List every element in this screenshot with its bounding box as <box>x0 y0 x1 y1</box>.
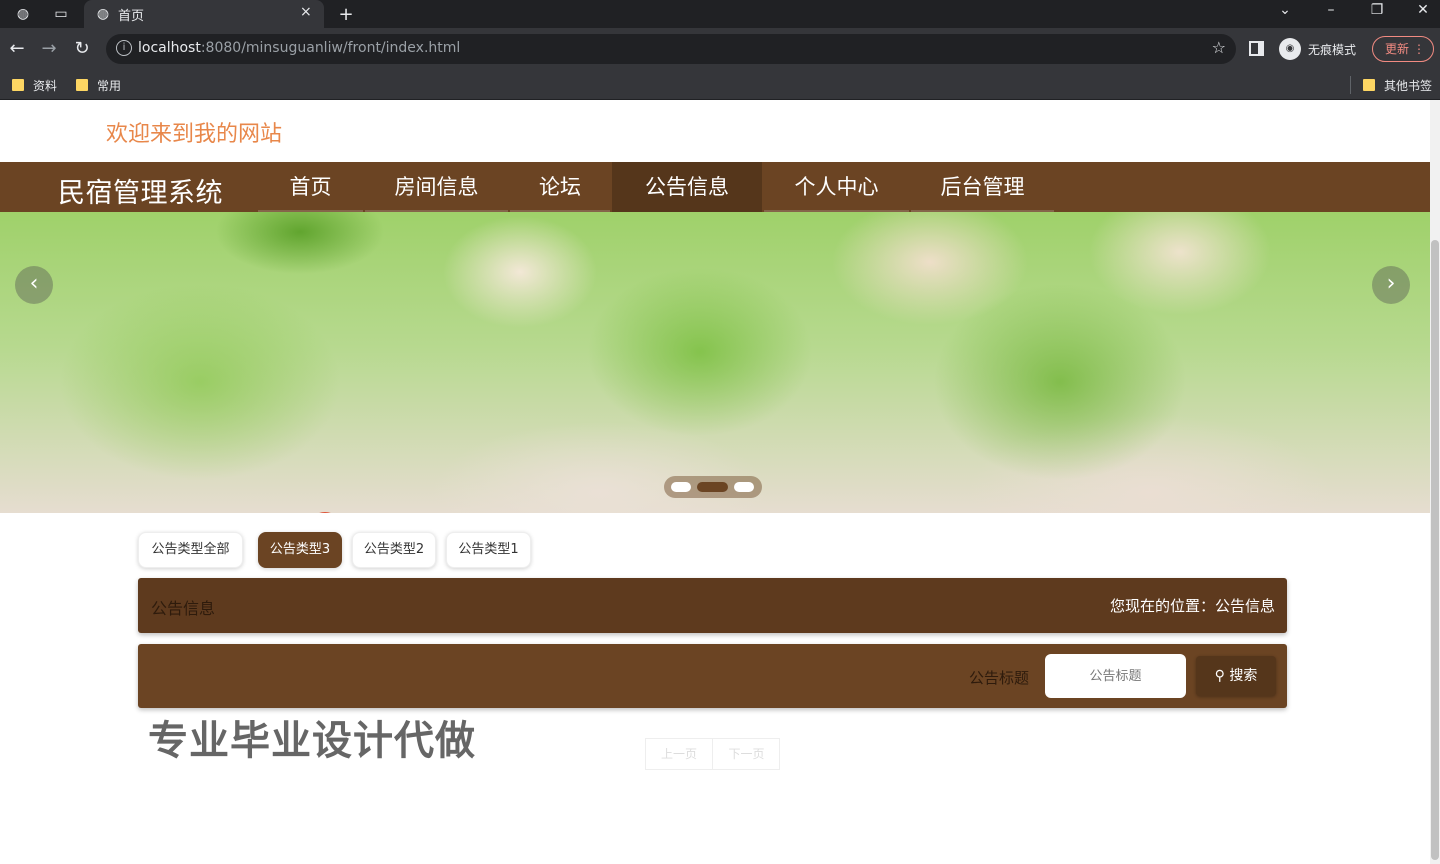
nav-home[interactable]: 首页 <box>258 162 363 212</box>
breadcrumb: 您现在的位置：公告信息 <box>1109 597 1275 615</box>
update-button[interactable]: 更新 ⋮ <box>1372 36 1434 62</box>
site-brand: 民宿管理系统 <box>58 178 223 209</box>
nav-forum[interactable]: 论坛 <box>510 162 610 212</box>
tab-title: 首页 <box>118 9 145 24</box>
filter-type-3[interactable]: 公告类型3 <box>258 532 342 568</box>
search-button-label: 搜索 <box>1229 668 1258 684</box>
search-label: 公告标题 <box>969 669 1030 687</box>
carousel-banner[interactable]: ‹ › ➤ <box>0 212 1430 513</box>
side-panel-icon[interactable] <box>1249 41 1264 56</box>
tab-overview-icon[interactable]: ▭ <box>52 5 70 23</box>
site-info-icon[interactable]: i <box>116 40 132 56</box>
nav-admin[interactable]: 后台管理 <box>911 162 1054 212</box>
url-path: :8080/minsuguanliw/front/index.html <box>200 40 461 56</box>
close-tab-icon[interactable]: × <box>300 4 312 20</box>
nav-profile[interactable]: 个人中心 <box>764 162 909 212</box>
next-page-button[interactable]: 下一页 <box>713 739 780 769</box>
nav-rooms[interactable]: 房间信息 <box>365 162 508 212</box>
page-scrollbar[interactable] <box>1430 100 1440 864</box>
incognito-label: 无痕模式 <box>1308 43 1357 57</box>
search-bar: 公告标题 ⚲ 搜索 <box>138 644 1287 708</box>
filter-type-1[interactable]: 公告类型1 <box>446 532 531 568</box>
tab-search-icon[interactable]: ⌄ <box>1270 2 1300 18</box>
welcome-text: 欢迎来到我的网站 <box>106 122 283 147</box>
carousel-indicators <box>664 476 762 498</box>
bookmark-folder-1[interactable]: 常用 <box>76 76 121 94</box>
page-viewport: 欢迎来到我的网站 民宿管理系统 首页 房间信息 论坛 公告信息 个人中心 后台管… <box>0 100 1440 864</box>
prev-page-button[interactable]: 上一页 <box>646 739 713 769</box>
section-title: 公告信息 <box>151 599 216 618</box>
bookmark-label: 常用 <box>97 78 122 93</box>
url-text: localhost:8080/minsuguanliw/front/index.… <box>138 40 460 56</box>
back-icon[interactable]: ← <box>6 38 28 60</box>
folder-icon <box>1363 79 1375 91</box>
reload-icon[interactable]: ↻ <box>71 38 93 60</box>
forward-icon[interactable]: → <box>38 38 60 60</box>
bookmarks-bar: 资料 常用 其他书签 <box>0 70 1440 100</box>
new-tab-icon[interactable]: + <box>337 4 355 25</box>
more-menu-icon[interactable]: ⋮ <box>1413 37 1425 61</box>
watermark-text: 专业毕业设计代做 <box>148 718 476 764</box>
other-bookmarks-label: 其他书签 <box>1384 78 1433 93</box>
globe-icon[interactable]: ◍ <box>14 5 32 23</box>
browser-toolbar: ← → ↻ i localhost:8080/minsuguanliw/fron… <box>0 28 1440 70</box>
search-icon: ⚲ <box>1214 668 1225 684</box>
other-bookmarks[interactable]: 其他书签 <box>1363 76 1432 94</box>
incognito-icon[interactable]: ◉ <box>1279 38 1301 60</box>
filter-type-2[interactable]: 公告类型2 <box>352 532 436 568</box>
carousel-prev-icon[interactable]: ‹ <box>15 266 53 304</box>
search-input[interactable] <box>1045 654 1186 698</box>
url-host: localhost <box>138 40 201 56</box>
pagination: 上一页 下一页 <box>645 738 780 770</box>
bookmark-label: 资料 <box>33 78 58 93</box>
site-favicon-icon: ◍ <box>96 6 110 22</box>
bookmark-star-icon[interactable]: ☆ <box>1212 38 1226 57</box>
folder-icon <box>76 79 88 91</box>
close-window-icon[interactable]: ✕ <box>1408 2 1438 18</box>
minimize-icon[interactable]: – <box>1316 2 1346 18</box>
update-label: 更新 <box>1385 42 1410 56</box>
carousel-next-icon[interactable]: › <box>1372 266 1410 304</box>
folder-icon <box>12 79 24 91</box>
browser-tab-home[interactable]: ◍ 首页 × <box>84 0 324 28</box>
carousel-dot[interactable] <box>734 482 754 492</box>
main-navbar: 民宿管理系统 首页 房间信息 论坛 公告信息 个人中心 后台管理 <box>0 162 1430 212</box>
search-button[interactable]: ⚲ 搜索 <box>1196 656 1276 696</box>
filter-all[interactable]: 公告类型全部 <box>138 532 243 568</box>
restore-icon[interactable]: ❐ <box>1362 2 1392 18</box>
bookmark-folder-0[interactable]: 资料 <box>12 76 57 94</box>
browser-tab-strip: ◍ ▭ ◍ 首页 × + ⌄ – ❐ ✕ <box>0 0 1440 28</box>
nav-announcements[interactable]: 公告信息 <box>612 162 762 212</box>
section-title-bar: 公告信息 您现在的位置：公告信息 <box>138 578 1287 633</box>
carousel-dot[interactable] <box>671 482 691 492</box>
cursor-highlight <box>308 512 342 513</box>
bookmarks-divider <box>1350 76 1351 94</box>
scrollbar-thumb[interactable] <box>1431 240 1439 860</box>
address-bar[interactable]: i localhost:8080/minsuguanliw/front/inde… <box>106 34 1236 64</box>
carousel-dot-active[interactable] <box>697 482 728 492</box>
